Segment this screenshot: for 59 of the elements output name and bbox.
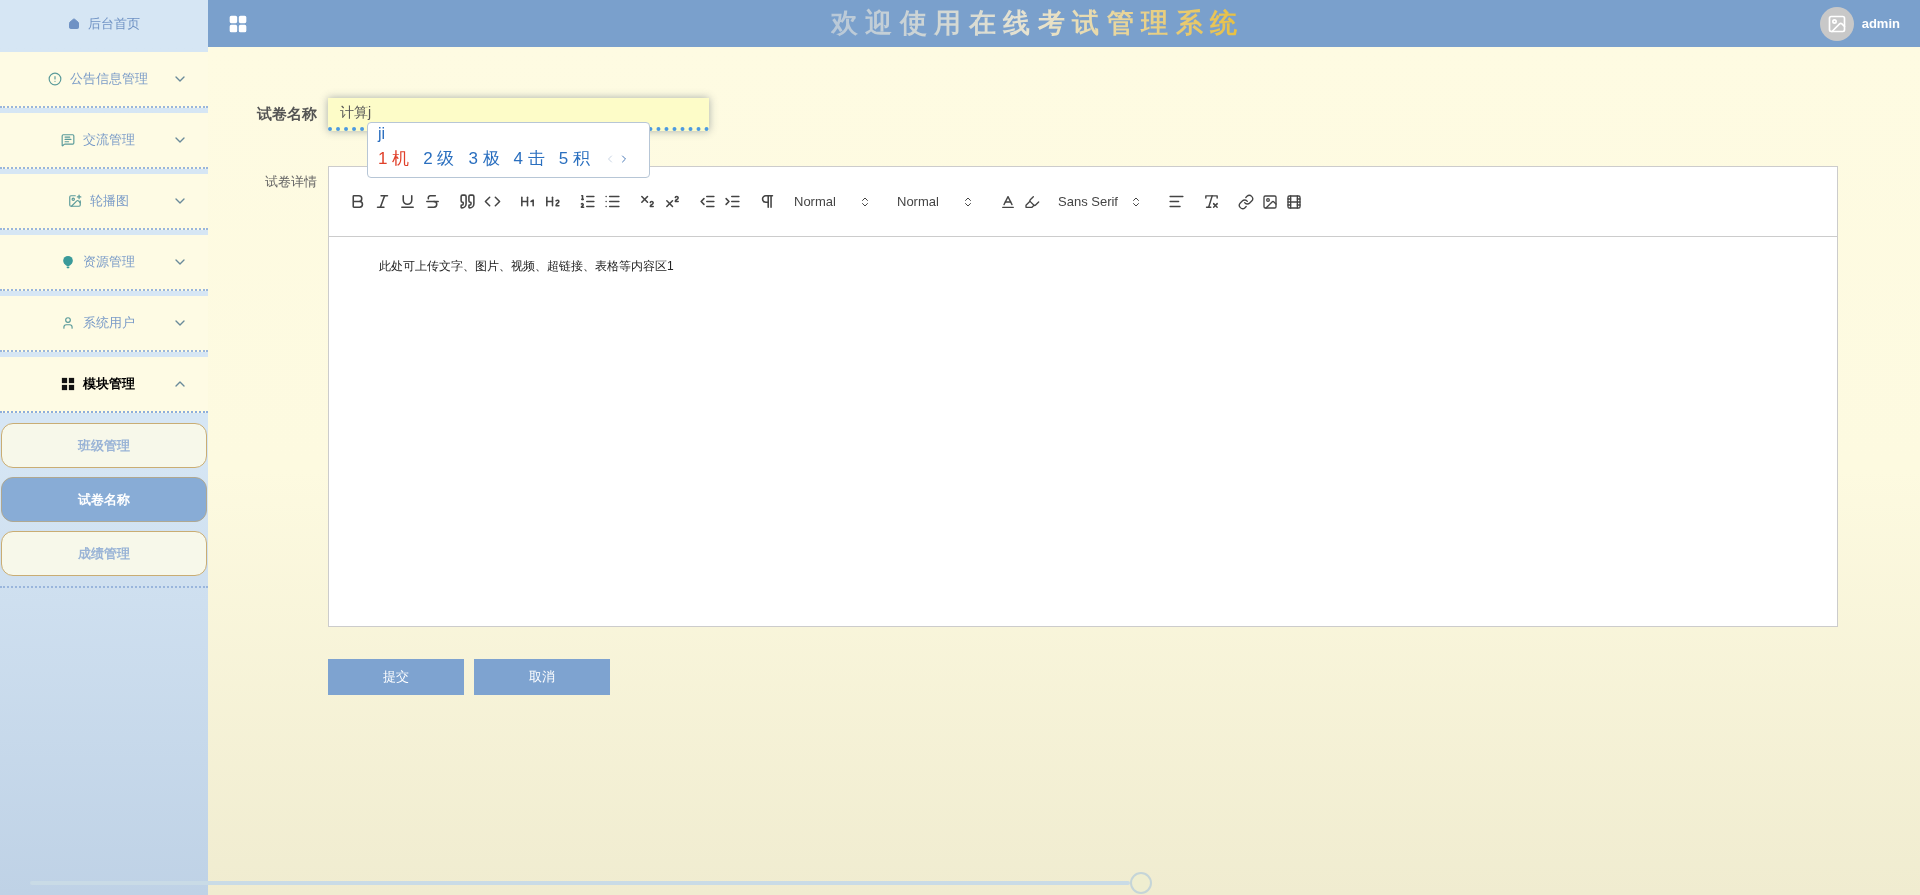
text-color-icon[interactable] <box>1000 193 1016 210</box>
chat-bubble-icon <box>61 133 75 147</box>
updown-icon <box>859 195 871 208</box>
quote-icon[interactable] <box>459 193 476 210</box>
balloon-icon <box>61 255 75 269</box>
image-icon[interactable] <box>1262 193 1278 210</box>
superscript-icon[interactable] <box>664 193 681 210</box>
sidebar-menu-item[interactable]: 系统用户 <box>0 296 208 352</box>
code-icon[interactable] <box>484 193 501 210</box>
heading-two-icon[interactable] <box>544 193 561 210</box>
ime-candidate[interactable]: 4 击 <box>513 147 545 171</box>
sidebar-menu-item[interactable]: 公告信息管理 <box>0 52 208 108</box>
italic-icon[interactable] <box>374 193 391 210</box>
clear-format-icon[interactable] <box>1203 193 1220 210</box>
sidebar-menu-item[interactable]: 交流管理 <box>0 113 208 169</box>
bold-icon[interactable] <box>349 193 366 210</box>
alert-circle-icon <box>48 72 62 86</box>
ime-candidate[interactable]: 1 机 <box>378 147 410 171</box>
font-picker[interactable]: Sans Serif <box>1058 191 1150 212</box>
format-picker[interactable]: Normal <box>897 191 982 212</box>
highlight-icon[interactable] <box>1024 193 1040 210</box>
link-icon[interactable] <box>1238 193 1254 210</box>
field-label: 试卷名称 <box>255 104 318 125</box>
film-icon[interactable] <box>1286 193 1302 210</box>
indent-icon[interactable] <box>724 193 741 210</box>
format-picker[interactable]: Normal <box>794 191 879 212</box>
ime-candidate[interactable]: 2 级 <box>423 147 455 171</box>
sidebar-menu-item[interactable]: 资源管理 <box>0 235 208 291</box>
strikethrough-icon[interactable] <box>424 193 441 210</box>
user-name[interactable]: admin <box>1861 13 1900 34</box>
image-icon <box>1826 13 1847 34</box>
outdent-icon[interactable] <box>699 193 716 210</box>
image-icon <box>67 194 82 208</box>
grid-menu-icon[interactable] <box>228 13 248 34</box>
avatar[interactable] <box>1819 6 1854 41</box>
sidebar-menu-item[interactable]: 模块管理 <box>0 357 208 413</box>
align-left-icon[interactable] <box>1168 193 1185 210</box>
user-icon <box>61 316 75 330</box>
submit-button[interactable]: 提交 <box>328 659 464 695</box>
underline-icon[interactable] <box>399 193 416 210</box>
submenu-item[interactable]: 成绩管理 <box>1 531 207 576</box>
updown-icon <box>962 195 974 208</box>
bullet-list-icon[interactable] <box>604 193 621 210</box>
editor-text[interactable]: 此处可上传文字、图片、视频、超链接、表格等内容区1 <box>379 257 1787 275</box>
ime-candidate[interactable]: 3 极 <box>468 147 500 171</box>
ime-candidate[interactable]: 5 积 <box>558 147 590 171</box>
cancel-button[interactable]: 取消 <box>474 659 610 695</box>
sidebar-menu-item[interactable]: 轮播图 <box>0 174 208 230</box>
heading-one-icon[interactable] <box>519 193 536 210</box>
submenu-item[interactable]: 班级管理 <box>1 423 207 468</box>
subscript-icon[interactable] <box>639 193 656 210</box>
horizontal-scrollbar[interactable] <box>30 871 1152 895</box>
ordered-list-icon[interactable] <box>579 193 596 210</box>
home-icon <box>68 17 80 30</box>
field-label: 试卷详情 <box>264 173 318 191</box>
pilcrow-icon[interactable] <box>759 193 776 210</box>
submenu-item[interactable]: 试卷名称 <box>1 477 207 522</box>
grid-icon <box>61 377 75 391</box>
updown-icon <box>1130 195 1142 208</box>
